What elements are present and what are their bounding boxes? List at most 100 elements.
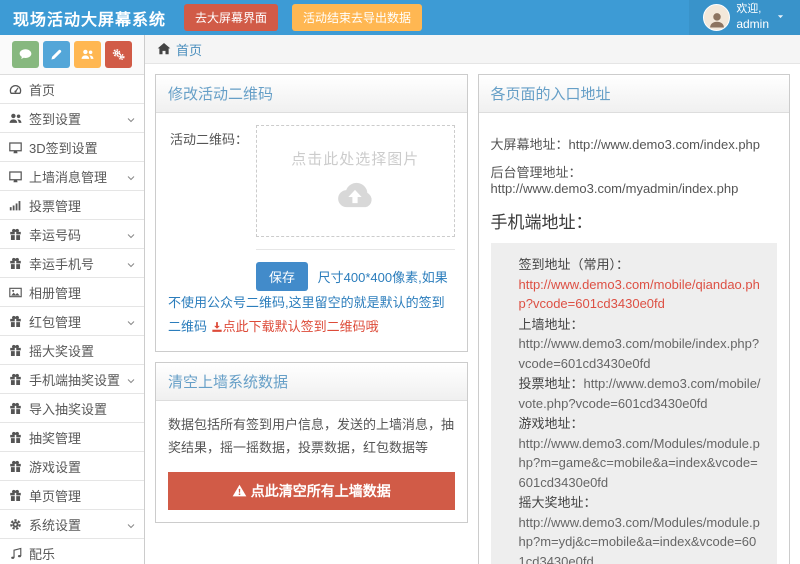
- cloud-upload-icon: [329, 177, 381, 215]
- gift-icon: [9, 257, 22, 270]
- chevron-down-icon: [126, 231, 136, 241]
- mobile-entry-label: 投票地址：: [519, 376, 584, 391]
- sidebar-item-home[interactable]: 首页: [0, 75, 144, 103]
- picture-icon: [9, 286, 22, 299]
- gift-icon: [9, 460, 22, 473]
- gift-icon: [9, 344, 22, 357]
- chevron-down-icon: [126, 169, 136, 184]
- gift-icon: [9, 373, 29, 386]
- user-menu[interactable]: 欢迎, admin: [689, 0, 800, 35]
- pencil-icon: [50, 48, 63, 61]
- clear-panel-description: 数据包括所有签到用户信息，发送的上墙消息，抽奖结果，摇一摇数据，投票数据，红包数…: [168, 413, 455, 460]
- user-welcome: 欢迎, admin: [736, 3, 769, 33]
- signal-icon: [9, 199, 29, 212]
- top-navbar: 现场活动大屏幕系统 去大屏幕界面 活动结束去导出数据 欢迎, admin: [0, 0, 800, 35]
- sidebar-row-lottery-management: 抽奖管理: [0, 423, 144, 452]
- sidebar-row-wall-message-management: 上墙消息管理: [0, 162, 144, 191]
- left-column: 修改活动二维码 活动二维码： 点击此处选择图片 保存 尺寸400: [155, 74, 468, 523]
- admin-address-label: 后台管理地址：: [491, 165, 582, 180]
- tachometer-icon: [9, 83, 29, 96]
- sidebar-shortcuts: [0, 35, 144, 75]
- gift-icon: [9, 228, 29, 241]
- sidebar-row-checkin-settings: 签到设置: [0, 104, 144, 133]
- right-column: 各页面的入口地址 大屏幕地址：http://www.demo3.com/inde…: [478, 74, 791, 564]
- sidebar-item-label: 配乐: [29, 544, 136, 563]
- shortcut-users-button[interactable]: [74, 41, 101, 68]
- chevron-down-icon: [126, 376, 136, 386]
- sidebar-item-label: 系统设置: [29, 515, 126, 534]
- sidebar-item-checkin-settings[interactable]: 签到设置: [0, 104, 144, 132]
- download-default-qrcode-link[interactable]: 点此下载默认签到二维码哦: [211, 319, 379, 334]
- cogs-icon: [112, 48, 125, 61]
- mobile-entry-url[interactable]: http://www.demo3.com/mobile/qiandao.php?…: [519, 277, 760, 312]
- clear-all-data-button[interactable]: 点此清空所有上墙数据: [168, 472, 455, 510]
- chevron-down-icon: [126, 517, 136, 532]
- export-data-button[interactable]: 活动结束去导出数据: [292, 4, 422, 31]
- sidebar-item-label: 上墙消息管理: [29, 167, 126, 186]
- qrcode-panel-title: 修改活动二维码: [156, 75, 467, 113]
- sidebar-item-label: 游戏设置: [29, 457, 136, 476]
- chevron-down-icon: [126, 521, 136, 531]
- mobile-entry-label: 摇大奖地址：: [519, 493, 764, 513]
- users-icon: [9, 112, 29, 125]
- save-button[interactable]: 保存: [256, 262, 308, 291]
- sidebar-item-label: 幸运号码: [29, 225, 126, 244]
- mobile-address-heading: 手机端地址：: [491, 208, 778, 233]
- sidebar-item-vote-management[interactable]: 投票管理: [0, 191, 144, 219]
- sidebar-item-system-settings[interactable]: 系统设置: [0, 510, 144, 538]
- sidebar-row-import-lottery-settings: 导入抽奖设置: [0, 394, 144, 423]
- download-icon: [211, 321, 223, 333]
- sidebar-item-shake-prize-settings[interactable]: 摇大奖设置: [0, 336, 144, 364]
- person-icon: [707, 10, 727, 30]
- sidebar-row-shake-prize-settings: 摇大奖设置: [0, 336, 144, 365]
- mobile-entry-url: http://www.demo3.com/mobile/index.php?vc…: [519, 336, 760, 371]
- mobile-entry: 上墙地址：http://www.demo3.com/mobile/index.p…: [519, 315, 764, 374]
- music-icon: [9, 547, 22, 560]
- cog-icon: [9, 518, 29, 531]
- bigscreen-address-url: http://www.demo3.com/index.php: [569, 137, 761, 152]
- sidebar-item-redpacket-management[interactable]: 红包管理: [0, 307, 144, 335]
- sidebar-item-lucky-number[interactable]: 幸运号码: [0, 220, 144, 248]
- clear-data-panel: 清空上墙系统数据 数据包括所有签到用户信息，发送的上墙消息，抽奖结果，摇一摇数据…: [155, 362, 468, 523]
- sidebar-item-mobile-lottery-settings[interactable]: 手机端抽奖设置: [0, 365, 144, 393]
- user-avatar: [703, 4, 730, 31]
- shortcut-pencil-button[interactable]: [43, 41, 70, 68]
- sidebar-item-album-management[interactable]: 相册管理: [0, 278, 144, 306]
- mobile-entry: 签到地址（常用）：http://www.demo3.com/mobile/qia…: [519, 255, 764, 314]
- gift-icon: [9, 344, 29, 357]
- page-content: 修改活动二维码 活动二维码： 点击此处选择图片 保存 尺寸400: [145, 64, 800, 564]
- sidebar-item-3d-checkin-settings[interactable]: 3D签到设置: [0, 133, 144, 161]
- gift-icon: [9, 460, 29, 473]
- sidebar-row-background-music: 配乐: [0, 539, 144, 564]
- mobile-entry-url: http://www.demo3.com/Modules/module.php?…: [519, 515, 760, 564]
- breadcrumb-home-link[interactable]: 首页: [176, 40, 202, 59]
- sidebar-row-redpacket-management: 红包管理: [0, 307, 144, 336]
- mobile-entry-url: http://www.demo3.com/Modules/module.php?…: [519, 436, 760, 490]
- gift-icon: [9, 315, 29, 328]
- sidebar-item-single-page-management[interactable]: 单页管理: [0, 481, 144, 509]
- shortcut-cogs-button[interactable]: [105, 41, 132, 68]
- sidebar-row-3d-checkin-settings: 3D签到设置: [0, 133, 144, 162]
- gift-icon: [9, 431, 29, 444]
- chevron-down-icon: [126, 227, 136, 242]
- username: admin: [736, 17, 769, 31]
- admin-address-url: http://www.demo3.com/myadmin/index.php: [491, 181, 739, 196]
- users-icon: [81, 48, 94, 61]
- desktop-icon: [9, 141, 22, 154]
- sidebar-item-background-music[interactable]: 配乐: [0, 539, 144, 564]
- shortcut-comment-button[interactable]: [12, 41, 39, 68]
- goto-bigscreen-button[interactable]: 去大屏幕界面: [184, 4, 278, 31]
- sidebar-item-lottery-management[interactable]: 抽奖管理: [0, 423, 144, 451]
- sidebar-item-label: 导入抽奖设置: [29, 399, 136, 418]
- sidebar-item-import-lottery-settings[interactable]: 导入抽奖设置: [0, 394, 144, 422]
- qrcode-upload-dropzone[interactable]: 点击此处选择图片: [256, 125, 455, 237]
- warning-icon: [232, 483, 247, 498]
- gift-icon: [9, 373, 22, 386]
- sidebar-row-game-settings: 游戏设置: [0, 452, 144, 481]
- sidebar-item-wall-message-management[interactable]: 上墙消息管理: [0, 162, 144, 190]
- sidebar-item-game-settings[interactable]: 游戏设置: [0, 452, 144, 480]
- sidebar-item-lucky-phone-number[interactable]: 幸运手机号: [0, 249, 144, 277]
- sidebar-row-home: 首页: [0, 75, 144, 104]
- chevron-down-icon: [126, 318, 136, 328]
- sidebar-item-label: 手机端抽奖设置: [29, 370, 126, 389]
